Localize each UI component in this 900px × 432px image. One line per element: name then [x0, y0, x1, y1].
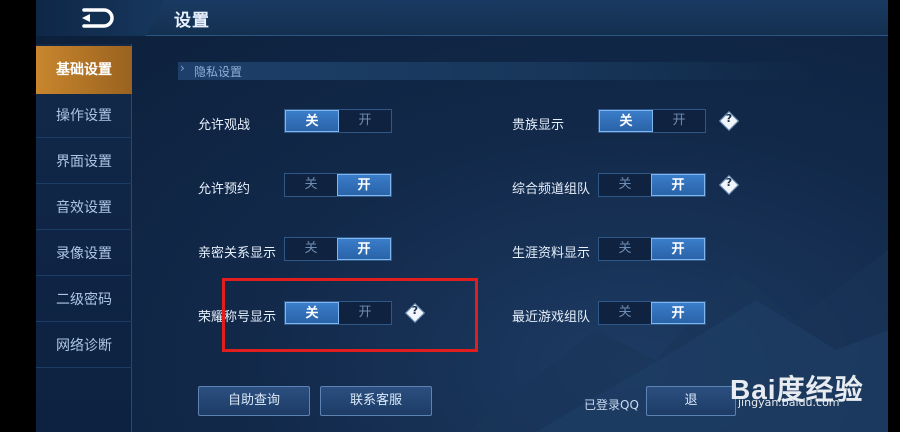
toggle-off-option[interactable]: 关: [599, 110, 653, 132]
back-button[interactable]: [78, 6, 118, 30]
setting-label-channel-team: 综合频道组队: [512, 182, 591, 197]
toggle-on-option[interactable]: 开: [651, 302, 705, 324]
toggle-on-option[interactable]: 开: [337, 238, 391, 260]
toggle-career-display: 关 开: [598, 237, 706, 261]
sidebar-item-sound[interactable]: 音效设置: [36, 186, 132, 230]
toggle-recent-game-team: 关 开: [598, 301, 706, 325]
toggle-off-option[interactable]: 关: [599, 238, 651, 260]
toggle-noble-display: 关 开: [598, 109, 706, 133]
help-icon[interactable]: ?: [718, 110, 740, 132]
toggle-on-option[interactable]: 开: [651, 174, 705, 196]
section-header: › 隐私设置: [178, 61, 818, 80]
sidebar: 基础设置 操作设置 界面设置 音效设置 录像设置 二级密码 网络诊断: [36, 44, 132, 432]
setting-label-allow-spectate: 允许观战: [198, 118, 251, 133]
toggle-on-option[interactable]: 开: [653, 110, 705, 132]
toggle-off-option[interactable]: 关: [285, 174, 337, 196]
toggle-allow-reservation: 关 开: [284, 173, 392, 197]
toggle-intimacy-display: 关 开: [284, 237, 392, 261]
toggle-on-option[interactable]: 开: [651, 238, 705, 260]
setting-label-noble-display: 贵族显示: [512, 118, 565, 133]
section-title: 隐私设置: [194, 65, 243, 79]
toggle-off-option[interactable]: 关: [599, 174, 651, 196]
top-bar: 设置: [36, 0, 888, 36]
sidebar-item-basic[interactable]: 基础设置: [36, 46, 132, 94]
toggle-on-option[interactable]: 开: [339, 110, 391, 132]
toggle-allow-spectate: 关 开: [284, 109, 392, 133]
back-arrow-icon: [82, 8, 114, 28]
page-title: 设置: [174, 11, 210, 31]
logged-in-qq-label: 已登录QQ: [584, 398, 639, 412]
settings-screen: 设置 基础设置 操作设置 界面设置 音效设置 录像设置 二级密码 网络诊断 › …: [36, 0, 888, 432]
right-letterbox: [888, 0, 900, 432]
setting-label-intimacy-display: 亲密关系显示: [198, 246, 277, 261]
left-letterbox: [0, 0, 36, 432]
toggle-on-option[interactable]: 开: [337, 174, 391, 196]
chevron-right-icon: ›: [180, 61, 185, 75]
toggle-channel-team: 关 开: [598, 173, 706, 197]
logout-button[interactable]: 退: [646, 386, 736, 416]
sidebar-item-recording[interactable]: 录像设置: [36, 232, 132, 276]
sidebar-item-interface[interactable]: 界面设置: [36, 140, 132, 184]
sidebar-item-secondary-password[interactable]: 二级密码: [36, 278, 132, 322]
sidebar-item-network-diagnosis[interactable]: 网络诊断: [36, 324, 132, 368]
toggle-off-option[interactable]: 关: [285, 238, 337, 260]
setting-label-allow-reservation: 允许预约: [198, 182, 251, 197]
setting-label-recent-game-team: 最近游戏组队: [512, 310, 591, 325]
toggle-off-option[interactable]: 关: [285, 110, 339, 132]
sidebar-item-controls[interactable]: 操作设置: [36, 94, 132, 138]
contact-service-button[interactable]: 联系客服: [320, 386, 432, 416]
help-icon[interactable]: ?: [718, 174, 740, 196]
toggle-off-option[interactable]: 关: [599, 302, 651, 324]
self-query-button[interactable]: 自助查询: [198, 386, 310, 416]
watermark-url: jingyan.baidu.com: [738, 396, 840, 409]
setting-label-career-display: 生涯资料显示: [512, 246, 591, 261]
red-highlight-box: [222, 278, 478, 352]
baidu-jingyan-watermark: Bai度经验 jingyan.baidu.com: [730, 368, 888, 409]
